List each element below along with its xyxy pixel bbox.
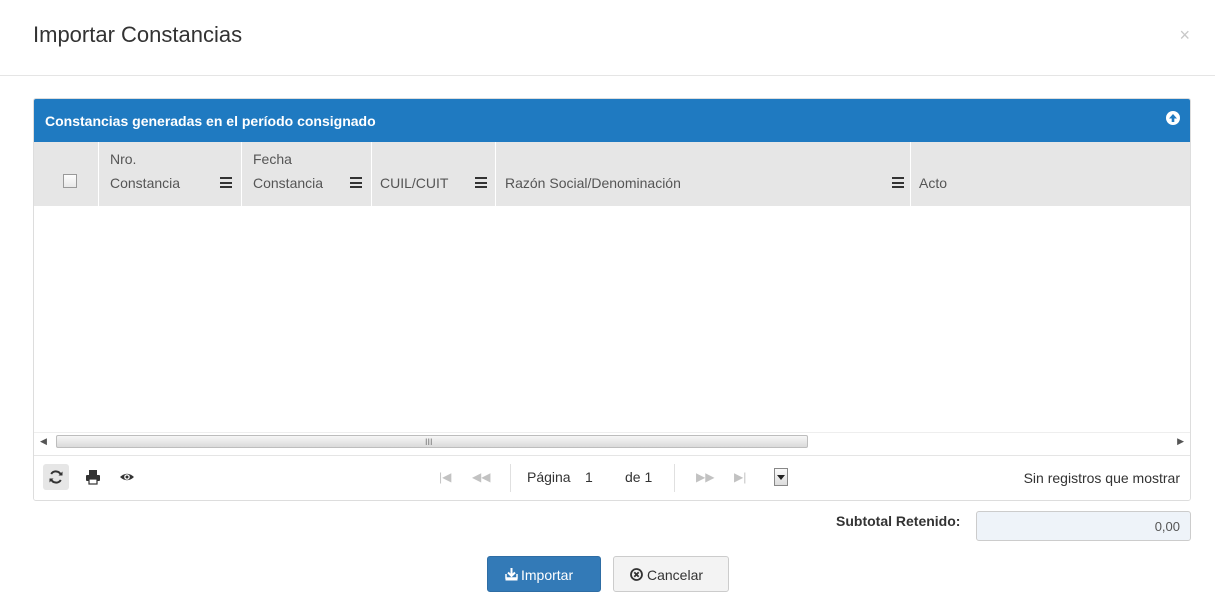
rows-per-page-select[interactable] <box>774 468 788 486</box>
close-icon[interactable]: × <box>1179 26 1190 44</box>
print-icon[interactable] <box>80 464 106 490</box>
grid-caption: Constancias generadas en el período cons… <box>34 99 1190 142</box>
column-label: Nro. <box>110 151 137 167</box>
page-count-label: de 1 <box>625 469 653 485</box>
column-label: Acto <box>919 175 948 191</box>
column-menu-icon[interactable] <box>350 177 362 188</box>
import-button[interactable]: Importar <box>487 556 601 592</box>
modal-title: Importar Constancias <box>33 22 243 47</box>
column-fecha-constancia[interactable]: Fecha Constancia <box>242 142 372 206</box>
column-label: CUIL/CUIT <box>380 175 449 191</box>
import-button-label: Importar <box>521 567 574 583</box>
page-number-input[interactable] <box>585 468 613 486</box>
grid-pager: |◀ ◀◀ Página de 1 ▶▶ ▶| Sin registros qu… <box>34 455 1190 500</box>
horizontal-scrollbar[interactable]: ◀ III ▶ <box>34 432 1190 449</box>
import-icon <box>505 568 518 584</box>
times-circle-icon <box>630 568 643 584</box>
scroll-right-arrow-icon[interactable]: ▶ <box>1177 436 1184 447</box>
column-menu-icon[interactable] <box>475 177 487 188</box>
column-label: Constancia <box>253 175 324 191</box>
modal-header: Importar Constancias × <box>0 0 1215 76</box>
page-label: Página <box>527 469 571 485</box>
scrollbar-grip: III <box>425 437 433 447</box>
subtotal-label: Subtotal Retenido: <box>836 513 961 529</box>
cancel-button[interactable]: Cancelar <box>613 556 729 592</box>
column-nro-constancia[interactable]: Nro. Constancia <box>99 142 242 206</box>
column-label: Constancia <box>110 175 181 191</box>
eye-icon[interactable] <box>114 464 140 490</box>
grid-caption-title: Constancias generadas en el período cons… <box>45 113 376 129</box>
scroll-left-arrow-icon[interactable]: ◀ <box>40 436 47 447</box>
select-all-header <box>34 142 99 206</box>
scrollbar-thumb[interactable]: III <box>56 435 808 448</box>
first-page-icon[interactable]: |◀ <box>439 470 451 484</box>
column-headers: Nro. Constancia Fecha Constancia CUIL/CU… <box>34 142 1190 206</box>
last-page-icon[interactable]: ▶| <box>734 470 746 484</box>
column-razon-social[interactable]: Razón Social/Denominación <box>496 142 911 206</box>
column-menu-icon[interactable] <box>220 177 232 188</box>
collapse-up-icon[interactable] <box>1166 111 1180 125</box>
prev-page-icon[interactable]: ◀◀ <box>472 470 490 484</box>
cancel-button-label: Cancelar <box>647 567 704 583</box>
subtotal-field <box>976 511 1191 541</box>
refresh-icon[interactable] <box>43 464 69 490</box>
column-label: Fecha <box>253 151 292 167</box>
next-page-icon[interactable]: ▶▶ <box>696 470 714 484</box>
select-all-checkbox[interactable] <box>63 174 77 188</box>
pager-separator <box>510 464 511 492</box>
column-menu-icon[interactable] <box>892 177 904 188</box>
records-info: Sin registros que mostrar <box>1023 470 1180 486</box>
column-acto[interactable]: Acto <box>911 142 1190 206</box>
column-cuil-cuit[interactable]: CUIL/CUIT <box>372 142 496 206</box>
grid-body <box>34 206 1190 432</box>
column-label: Razón Social/Denominación <box>505 175 681 191</box>
constancias-grid: Constancias generadas en el período cons… <box>33 98 1191 501</box>
chevron-down-icon <box>777 475 785 480</box>
pager-separator <box>674 464 675 492</box>
